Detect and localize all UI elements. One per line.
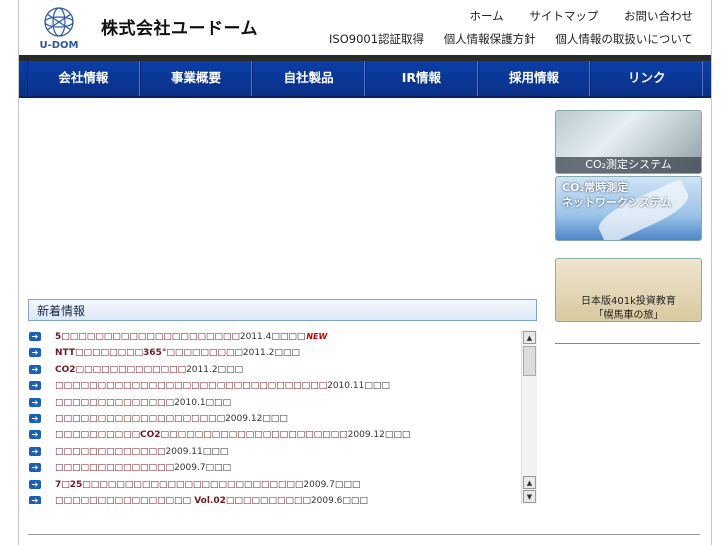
banner-caption: CO₂常時測定 — [562, 181, 629, 194]
scroll-down-icon[interactable]: ▼ — [523, 490, 536, 503]
news-item-title[interactable]: □□□□□□□□□□□□□□ — [55, 463, 174, 473]
news-item-date: 2009.7□□□ — [174, 463, 232, 474]
arrow-icon: ➔ — [29, 348, 41, 358]
arrow-icon: ➔ — [29, 479, 41, 489]
arrow-icon: ➔ — [29, 364, 41, 374]
news-item[interactable]: ➔ □□□□□□□□□□□□□□□□□□□□□□□□□□□□□□□□2010.1… — [28, 378, 535, 394]
news-list: ➔ 5□□□□□□□□□□□□□□□□□□□□□2011.4□□□□NEW ➔ … — [28, 329, 535, 504]
company-name: 株式会社ユードーム — [101, 19, 258, 39]
news-item-title[interactable]: 5□□□□□□□□□□□□□□□□□□□□□ — [55, 332, 240, 342]
news-item-date: 2011.2□□□ — [186, 364, 244, 375]
personal-info-link[interactable]: 個人情報の取扱いについて — [555, 32, 693, 46]
nav-links[interactable]: リンク — [590, 61, 704, 96]
arrow-icon: ➔ — [29, 332, 41, 341]
nav-business[interactable]: 事業概要 — [139, 61, 253, 96]
scroll-up-icon[interactable]: ▲ — [523, 331, 536, 344]
news-item-title[interactable]: 7□25□□□□□□□□□□□□□□□□□□□□□□□□□□ — [55, 480, 303, 490]
news-item-title[interactable]: NTT□□□□□□□□365°□□□□□□□□□ — [55, 348, 243, 358]
news-item[interactable]: ➔ CO2□□□□□□□□□□□□□2011.2□□□ — [28, 362, 535, 378]
new-badge: NEW — [306, 332, 328, 341]
news-item-title[interactable]: □□□□□□□□□□□□□□□□□□□□ — [55, 414, 225, 424]
page-container: U-DOM 株式会社ユードーム ホーム サイトマップ お問い合わせ ISO900… — [18, 0, 712, 545]
sub-links: ISO9001認証取得 個人情報保護方針 個人情報の取扱いについて — [313, 31, 693, 47]
news-title: 新着情報 — [37, 304, 86, 318]
arrow-icon: ➔ — [29, 430, 41, 440]
banner-caption: ネットワークシステム — [562, 196, 672, 209]
news-item-title[interactable]: □□□□□□□□□□□□□□□□□□□□□□□□□□□□□□□□ — [55, 381, 327, 391]
news-item-title[interactable]: □□□□□□□□□□□□□ — [55, 447, 166, 457]
news-item-date: 2011.4□□□□ — [239, 332, 306, 342]
news-item-date: 2011.2□□□ — [242, 348, 300, 359]
news-item[interactable]: ➔ □□□□□□□□□□□□□□□□ Vol.02□□□□□□□□□□2009.… — [28, 493, 535, 504]
news-item[interactable]: ➔ NTT□□□□□□□□365°□□□□□□□□□2011.2□□□ — [28, 345, 535, 361]
arrow-icon: ➔ — [29, 446, 41, 456]
privacy-policy-link[interactable]: 個人情報保護方針 — [444, 32, 536, 46]
arrow-icon: ➔ — [29, 397, 41, 407]
top-links: ホーム サイトマップ お問い合わせ — [448, 8, 693, 24]
news-item-date: 2010.11□□□ — [327, 381, 390, 392]
banner-caption: 日本版401k投資教育 — [581, 296, 676, 307]
news-scrollbar[interactable]: ▲ ▲ ▼ — [521, 330, 537, 504]
news-item-date: 2010.1□□□ — [174, 397, 232, 408]
arrow-icon: ➔ — [29, 413, 41, 423]
news-header: 新着情報 — [28, 299, 537, 321]
arrow-icon: ➔ — [29, 381, 41, 391]
news-item[interactable]: ➔ □□□□□□□□□□□□□□2009.7□□□ — [28, 460, 535, 476]
banner-caption: CO₂測定システム — [556, 157, 701, 173]
news-item-date: 2009.11□□□ — [165, 446, 229, 457]
iso-link[interactable]: ISO9001認証取得 — [329, 32, 424, 46]
sitemap-link[interactable]: サイトマップ — [529, 9, 598, 23]
scroll-up-icon[interactable]: ▲ — [523, 476, 536, 489]
main-nav: 会社情報 事業概要 自社製品 IR情報 採用情報 リンク — [19, 61, 711, 98]
nav-company-info[interactable]: 会社情報 — [27, 61, 140, 96]
header: U-DOM 株式会社ユードーム ホーム サイトマップ お問い合わせ ISO900… — [19, 0, 711, 57]
news-item-date: 2009.7□□□ — [303, 479, 361, 490]
company-logo[interactable]: U-DOM — [29, 4, 89, 50]
arrow-icon: ➔ — [29, 495, 41, 504]
news-item[interactable]: ➔ 5□□□□□□□□□□□□□□□□□□□□□2011.4□□□□NEW — [28, 329, 535, 345]
sidebar-divider — [555, 343, 700, 344]
news-item-title[interactable]: □□□□□□□□□□□□□□□□ Vol.02□□□□□□□□□□ — [55, 496, 311, 504]
news-item-date: 2009.12□□□ — [347, 430, 411, 441]
nav-recruit[interactable]: 採用情報 — [477, 61, 591, 96]
news-item[interactable]: ➔ □□□□□□□□□□CO2□□□□□□□□□□□□□□□□□□□□□□200… — [28, 427, 535, 443]
news-item-title[interactable]: □□□□□□□□□□CO2□□□□□□□□□□□□□□□□□□□□□□ — [55, 430, 348, 440]
news-item[interactable]: ➔ □□□□□□□□□□□□□□2010.1□□□ — [28, 395, 535, 411]
co2-measure-banner[interactable]: CO₂測定システム — [555, 110, 702, 174]
scroll-thumb[interactable] — [523, 346, 536, 376]
nav-ir[interactable]: IR情報 — [365, 61, 478, 96]
news-item[interactable]: ➔ 7□25□□□□□□□□□□□□□□□□□□□□□□□□□□2009.7□□… — [28, 477, 535, 493]
co2-network-banner[interactable]: CO₂常時測定 ネットワークシステム — [555, 176, 702, 241]
k401-banner[interactable]: 日本版401k投資教育 「幌馬車の旅」 — [555, 258, 702, 322]
contact-link[interactable]: お問い合わせ — [624, 9, 693, 23]
news-item-date: 2009.6□□□ — [310, 495, 368, 504]
news-item[interactable]: ➔ □□□□□□□□□□□□□□□□□□□□2009.12□□□ — [28, 411, 535, 427]
news-item-date: 2009.12□□□ — [225, 413, 288, 424]
news-item-title[interactable]: CO2□□□□□□□□□□□□□ — [55, 365, 186, 375]
logo-text: U-DOM — [39, 40, 78, 50]
news-item[interactable]: ➔ □□□□□□□□□□□□□2009.11□□□ — [28, 444, 535, 460]
arrow-icon: ➔ — [29, 463, 41, 473]
nav-products[interactable]: 自社製品 — [252, 61, 366, 96]
home-link[interactable]: ホーム — [470, 9, 504, 23]
news-item-title[interactable]: □□□□□□□□□□□□□□ — [55, 398, 174, 408]
footer-divider — [28, 534, 700, 535]
banner-caption: 「幌馬車の旅」 — [593, 310, 664, 321]
